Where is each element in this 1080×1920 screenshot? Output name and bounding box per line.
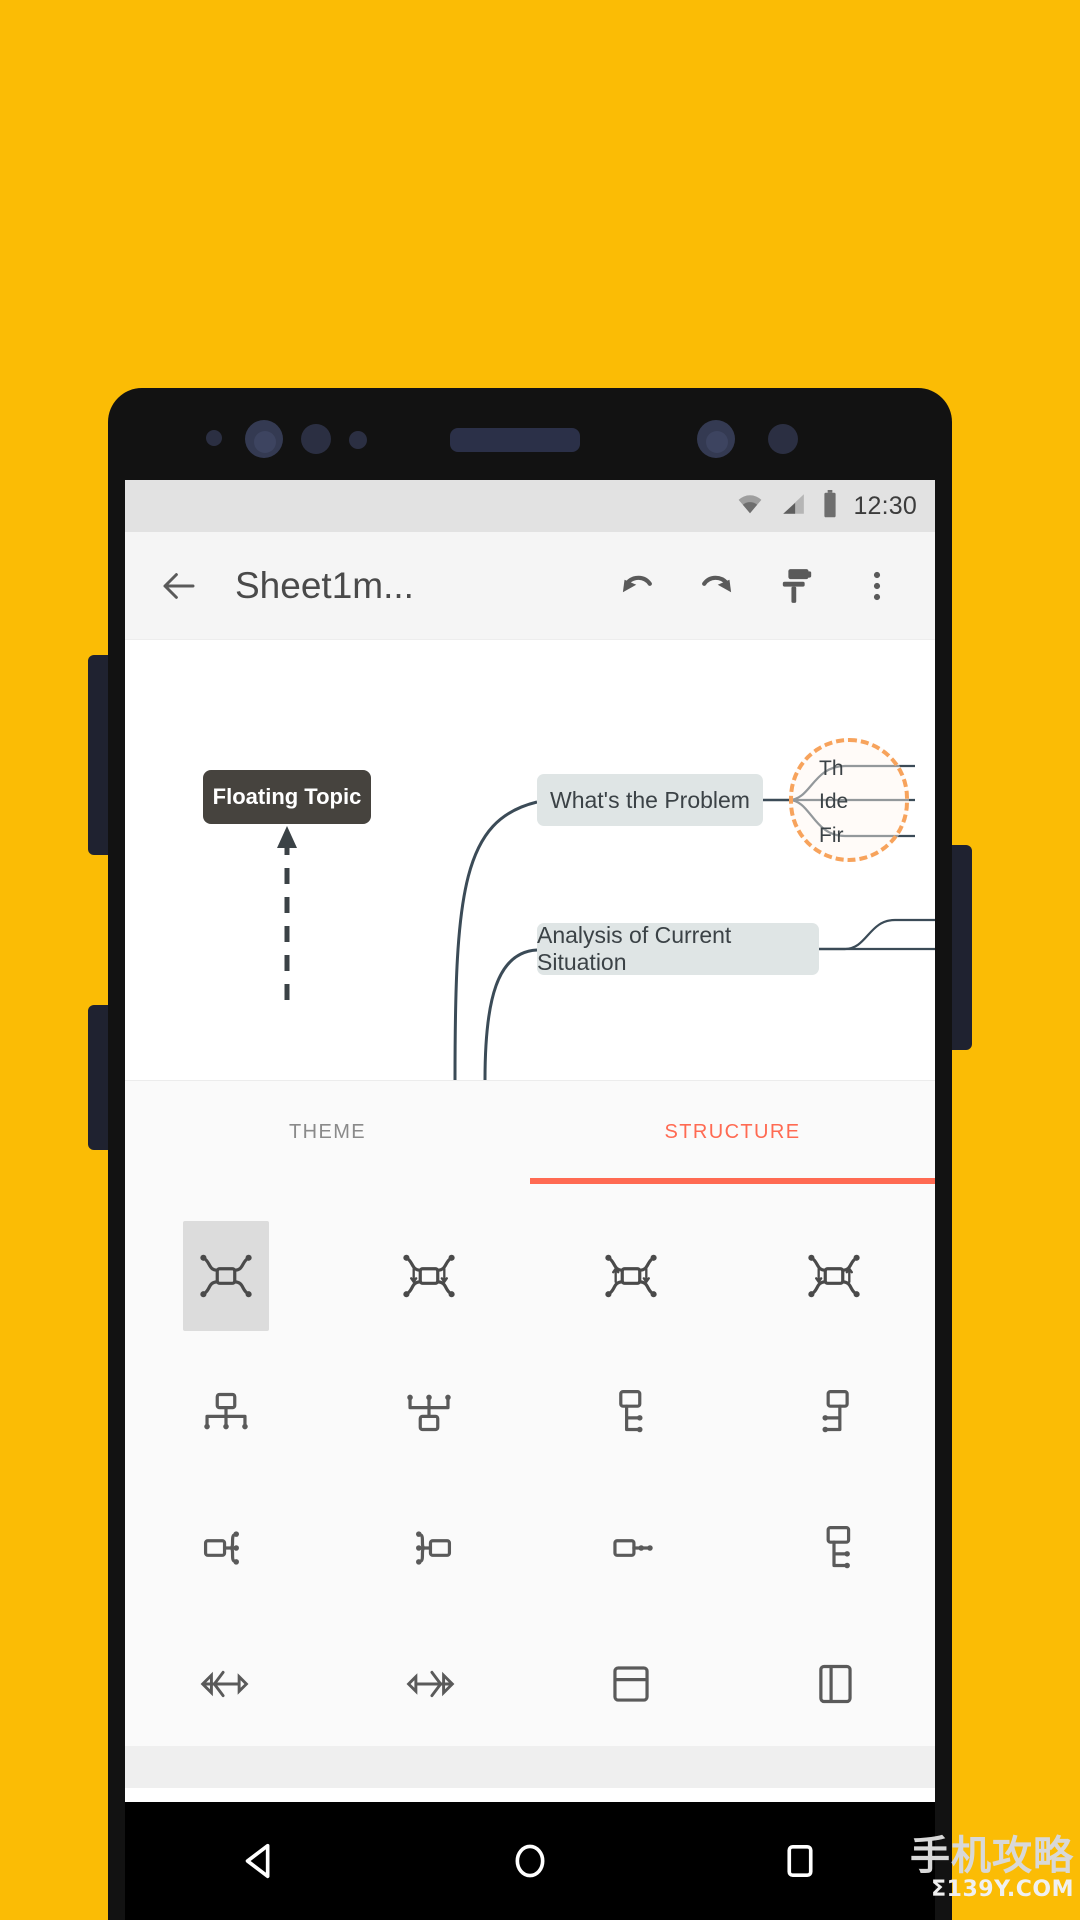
balanced-map-icon [200,1254,252,1298]
document-title[interactable]: Sheet1m... [235,565,414,607]
matrix-horizontal-icon [613,1666,649,1702]
nav-back-button[interactable] [215,1816,305,1906]
volume-up-button[interactable] [88,655,110,855]
format-paint-icon [782,568,812,603]
device-sensor-row [108,388,952,480]
structure-grid-row [125,1616,935,1752]
structure-option-tree-table[interactable] [733,1480,936,1616]
mindmap-node-analysis-of-current-situation[interactable]: Analysis of Current Situation [537,922,819,975]
site-watermark: 手机攻略 Σ139Y.COM [896,1832,1074,1904]
watermark-url: Σ139Y.COM [931,1876,1074,1902]
structure-option-matrix-vertical[interactable] [733,1616,936,1752]
format-paint-button[interactable] [761,550,833,622]
structure-grid-row [125,1344,935,1480]
mindmap-subnode[interactable]: Th [819,757,844,781]
structure-option-balanced-map[interactable] [125,1208,328,1344]
earpiece-speaker-icon [450,428,580,452]
balanced-map-clockwise-icon [605,1254,657,1298]
undo-icon [622,575,652,592]
logic-chart-right-icon [204,1531,240,1565]
structure-option-logic-chart-right[interactable] [125,1480,328,1616]
org-chart-down-icon [204,1392,248,1430]
structure-option-tree-chart-left[interactable] [733,1344,936,1480]
structure-option-org-chart-down[interactable] [125,1344,328,1480]
nav-back-triangle-icon [245,1843,270,1879]
mindmap-canvas[interactable]: Floating Topic What's the Problem Analys… [125,640,935,1080]
tab-theme[interactable]: THEME [125,1081,530,1184]
tree-chart-right-icon [619,1389,643,1433]
tab-structure[interactable]: STRUCTURE [530,1081,935,1184]
structure-option-tree-chart-right[interactable] [530,1344,733,1480]
structure-option-balanced-map-right[interactable] [328,1208,531,1344]
structure-option-balanced-map-clockwise[interactable] [530,1208,733,1344]
panel-tab-bar: THEME STRUCTURE [125,1080,935,1184]
org-chart-up-icon [407,1394,451,1432]
tree-table-icon [826,1525,850,1569]
matrix-vertical-icon [819,1664,852,1704]
structure-option-timeline-horizontal[interactable] [530,1480,733,1616]
node-selection-ring [789,738,909,862]
nav-recents-button[interactable] [755,1816,845,1906]
toolbar-actions [601,550,913,622]
structure-option-fishbone-right[interactable] [328,1616,531,1752]
sensor-dot-icon [206,430,222,446]
volume-down-button[interactable] [88,1005,110,1150]
balanced-map-alt-icon [808,1254,860,1298]
nav-home-circle-icon [515,1844,545,1878]
structure-option-org-chart-up[interactable] [328,1344,531,1480]
nav-recents-square-icon [787,1844,813,1878]
wifi-icon [735,491,765,522]
phone-screen: 12:30 Sheet1m... Floating Topic What's t… [125,480,935,1802]
app-toolbar: Sheet1m... [125,532,935,640]
overflow-menu-button[interactable] [841,550,913,622]
front-camera-lens-icon [254,431,276,453]
nav-home-button[interactable] [485,1816,575,1906]
proximity-sensor-icon [301,424,331,454]
balanced-map-right-icon [403,1254,455,1298]
structure-grid [125,1184,935,1746]
tree-chart-left-icon [822,1389,849,1433]
battery-icon [821,489,839,523]
undo-button[interactable] [601,550,673,622]
mindmap-node-whats-the-problem[interactable]: What's the Problem [537,774,763,826]
back-arrow-icon [163,572,195,599]
watermark-title: 手机攻略 [910,1832,1074,1879]
structure-grid-row [125,1208,935,1344]
redo-button[interactable] [681,550,753,622]
fishbone-right-icon [406,1670,455,1698]
redo-icon [702,575,732,592]
structure-grid-row [125,1480,935,1616]
mindmap-subnode[interactable]: Fir [819,824,844,848]
android-navigation-bar [125,1802,935,1920]
mindmap-node-floating-topic[interactable]: Floating Topic [203,770,371,824]
fishbone-left-icon [200,1670,249,1698]
structure-option-matrix-horizontal[interactable] [530,1616,733,1752]
structure-option-balanced-map-alt[interactable] [733,1208,936,1344]
more-vertical-icon [873,571,881,600]
mindmap-subnode[interactable]: Ide [819,790,848,814]
led-indicator-icon [768,424,798,454]
structure-option-logic-chart-left[interactable] [328,1480,531,1616]
status-bar-clock: 12:30 [853,491,917,520]
logic-chart-left-icon [415,1531,451,1565]
tab-active-indicator [530,1178,935,1184]
secondary-camera-lens-icon [706,431,728,453]
power-button[interactable] [950,845,972,1050]
status-bar: 12:30 [125,480,935,532]
cellular-signal-icon [779,491,807,522]
panel-footer-spacer [125,1746,935,1788]
light-sensor-icon [349,431,367,449]
structure-option-fishbone-left[interactable] [125,1616,328,1752]
timeline-horizontal-icon [613,1539,653,1557]
phone-device-frame: 12:30 Sheet1m... Floating Topic What's t… [108,388,952,1920]
back-button[interactable] [151,558,207,614]
mindmap-connectors [277,764,935,1080]
